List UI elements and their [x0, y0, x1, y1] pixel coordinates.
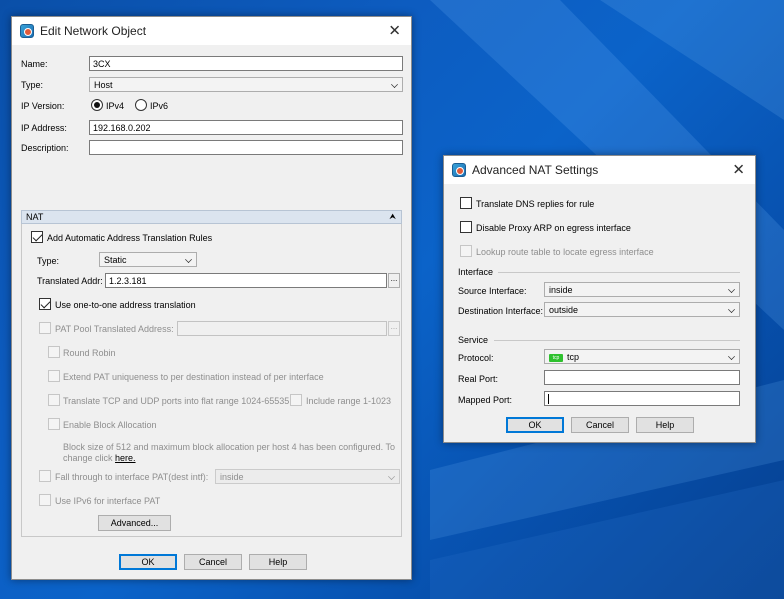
lookup-route-checkbox[interactable]	[460, 245, 472, 257]
disable-proxy-arp-label: Disable Proxy ARP on egress interface	[476, 223, 631, 233]
ipv6-pat-checkbox[interactable]	[39, 494, 51, 506]
translated-addr-label: Translated Addr:	[37, 276, 103, 286]
one-to-one-label: Use one-to-one address translation	[55, 300, 196, 310]
description-label: Description:	[21, 143, 69, 153]
mapped-port-input[interactable]	[544, 391, 740, 406]
nat-type-value: Static	[104, 255, 127, 265]
ip-version-label: IP Version:	[21, 101, 65, 111]
ipv6-radio[interactable]	[135, 99, 147, 111]
translate-dns-checkbox[interactable]	[460, 197, 472, 209]
interface-group-label: Interface	[458, 267, 494, 277]
chevron-down-icon	[728, 353, 735, 360]
advanced-nat-settings-dialog: Advanced NAT Settings ✕ Translate DNS re…	[443, 155, 756, 443]
help-button[interactable]: Help	[249, 554, 307, 570]
real-port-label: Real Port:	[458, 374, 499, 384]
translated-addr-input[interactable]: 1.2.3.181	[105, 273, 387, 288]
destination-interface-label: Destination Interface:	[458, 306, 544, 316]
chevron-down-icon	[185, 256, 192, 263]
source-interface-value: inside	[549, 285, 573, 295]
fall-through-checkbox[interactable]	[39, 470, 51, 482]
fall-through-value: inside	[220, 472, 244, 482]
advanced-dialog-titlebar[interactable]: Advanced NAT Settings ✕	[444, 156, 755, 184]
translated-addr-browse-button[interactable]: ...	[388, 273, 400, 288]
block-info-text: change click	[63, 453, 116, 463]
destination-interface-value: outside	[549, 305, 579, 315]
add-auto-rules-checkbox[interactable]	[31, 231, 43, 243]
block-info-line2: change click here.	[63, 453, 136, 463]
service-group-divider	[494, 340, 740, 341]
block-info-line1: Block size of 512 and maximum block allo…	[63, 442, 396, 452]
type-select-value: Host	[94, 80, 113, 90]
mapped-port-label: Mapped Port:	[458, 395, 513, 405]
type-select[interactable]: Host	[89, 77, 403, 92]
ipv4-radio[interactable]	[91, 99, 103, 111]
nat-header-title: NAT	[26, 212, 44, 222]
nat-section-header[interactable]: NAT ⮝	[21, 210, 402, 224]
advanced-cancel-button[interactable]: Cancel	[571, 417, 629, 433]
nat-type-label: Type:	[37, 256, 60, 266]
destination-interface-select[interactable]: outside	[544, 302, 740, 317]
protocol-label: Protocol:	[458, 353, 494, 363]
close-icon[interactable]: ✕	[388, 24, 401, 39]
advanced-help-button[interactable]: Help	[636, 417, 694, 433]
enable-block-checkbox[interactable]	[48, 418, 60, 430]
lookup-route-label: Lookup route table to locate egress inte…	[476, 247, 654, 257]
translate-tcp-udp-label: Translate TCP and UDP ports into flat ra…	[63, 396, 290, 406]
fall-through-select[interactable]: inside	[215, 469, 400, 484]
edit-network-object-dialog: Edit Network Object ✕ Name: 3CX Type: Ho…	[11, 16, 412, 580]
pat-pool-checkbox[interactable]	[39, 322, 51, 334]
asdm-app-icon	[20, 24, 34, 38]
tcp-protocol-icon: tcp	[549, 353, 563, 362]
pat-pool-browse-button[interactable]: ...	[388, 321, 400, 336]
translate-tcp-udp-checkbox[interactable]	[48, 394, 60, 406]
text-cursor	[548, 394, 549, 404]
enable-block-label: Enable Block Allocation	[63, 420, 157, 430]
interface-group-divider	[498, 272, 740, 273]
fall-through-label: Fall through to interface PAT(dest intf)…	[55, 472, 209, 482]
nat-type-select[interactable]: Static	[99, 252, 197, 267]
ip-address-input[interactable]: 192.168.0.202	[89, 120, 403, 135]
close-icon[interactable]: ✕	[732, 163, 745, 178]
ipv4-label: IPv4	[106, 101, 125, 111]
edit-dialog-title: Edit Network Object	[40, 24, 147, 38]
round-robin-checkbox[interactable]	[48, 346, 60, 358]
pat-pool-label: PAT Pool Translated Address:	[55, 324, 174, 334]
extend-pat-checkbox[interactable]	[48, 370, 60, 382]
collapse-icon[interactable]: ⮝	[389, 212, 396, 222]
cancel-button[interactable]: Cancel	[184, 554, 242, 570]
chevron-down-icon	[728, 286, 735, 293]
chevron-down-icon	[728, 306, 735, 313]
source-interface-select[interactable]: inside	[544, 282, 740, 297]
block-info-link[interactable]: here.	[115, 453, 136, 463]
include-range-label: Include range 1-1023	[306, 396, 392, 406]
service-group-label: Service	[458, 335, 489, 345]
real-port-input[interactable]	[544, 370, 740, 385]
source-interface-label: Source Interface:	[458, 286, 527, 296]
ok-button[interactable]: OK	[119, 554, 177, 570]
protocol-value: tcp	[567, 352, 580, 362]
advanced-dialog-title: Advanced NAT Settings	[472, 163, 599, 177]
name-input[interactable]: 3CX	[89, 56, 403, 71]
protocol-select[interactable]: tcp tcp	[544, 349, 740, 364]
chevron-down-icon	[388, 473, 395, 480]
round-robin-label: Round Robin	[63, 348, 116, 358]
one-to-one-checkbox[interactable]	[39, 298, 51, 310]
ip-address-label: IP Address:	[21, 123, 67, 133]
pat-pool-input[interactable]	[177, 321, 387, 336]
disable-proxy-arp-checkbox[interactable]	[460, 221, 472, 233]
advanced-button[interactable]: Advanced...	[98, 515, 171, 531]
ipv6-pat-label: Use IPv6 for interface PAT	[55, 496, 161, 506]
name-label: Name:	[21, 59, 48, 69]
edit-dialog-titlebar[interactable]: Edit Network Object ✕	[12, 17, 411, 45]
asdm-app-icon	[452, 163, 466, 177]
ipv6-label: IPv6	[150, 101, 169, 111]
advanced-ok-button[interactable]: OK	[506, 417, 564, 433]
extend-pat-label: Extend PAT uniqueness to per destination…	[63, 372, 324, 382]
description-input[interactable]	[89, 140, 403, 155]
add-auto-rules-label: Add Automatic Address Translation Rules	[47, 233, 213, 243]
translate-dns-label: Translate DNS replies for rule	[476, 199, 595, 209]
type-label: Type:	[21, 80, 44, 90]
include-range-checkbox[interactable]	[290, 394, 302, 406]
chevron-down-icon	[391, 81, 398, 88]
